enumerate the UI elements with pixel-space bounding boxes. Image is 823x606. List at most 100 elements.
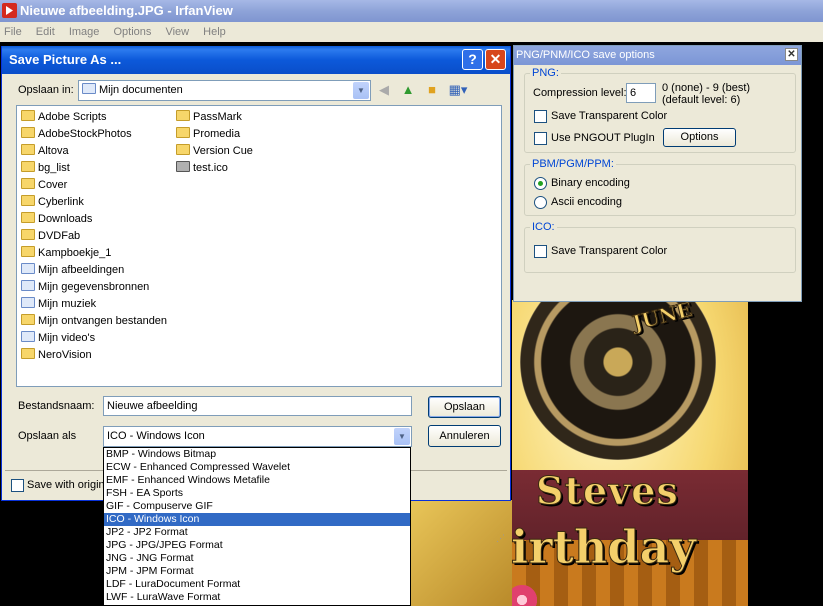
list-item[interactable]: Promedia — [172, 126, 253, 143]
save-picture-dialog: Save Picture As ... ? ✕ Opslaan in: Mijn… — [1, 46, 511, 543]
list-item[interactable]: AdobeStockPhotos — [17, 126, 167, 143]
pbm-group: PBM/PGM/PPM: Binary encoding Ascii encod… — [524, 158, 796, 216]
save-transparent-png-label: Save Transparent Color — [551, 110, 668, 122]
birthday-image: JUNE Steves Birthday — [512, 300, 748, 606]
app-menubar: File Edit Image Options View Help — [0, 22, 823, 42]
list-item[interactable]: DVDFab — [17, 228, 167, 245]
photo-left-fragment — [410, 500, 512, 606]
list-item[interactable]: Kampboekje_1 — [17, 245, 167, 262]
folder-icon — [21, 212, 35, 223]
png-group: PNG: Compression level: 6 0 (none) - 9 (… — [524, 67, 796, 153]
list-item[interactable]: NeroVision — [17, 347, 167, 364]
resize-grip-icon[interactable]: ⋰ — [496, 533, 508, 545]
folder-icon — [176, 110, 190, 121]
list-item[interactable]: Mijn muziek — [17, 296, 167, 313]
videos-folder-icon — [21, 331, 35, 342]
dialog-titlebar: Save Picture As ... ? ✕ — [2, 46, 510, 74]
filetype-option[interactable]: JNG - JNG Format — [104, 552, 410, 565]
savetype-label: Opslaan als — [18, 430, 77, 442]
music-folder-icon — [21, 297, 35, 308]
save-transparent-png-checkbox[interactable] — [534, 110, 547, 123]
folder-icon — [21, 348, 35, 359]
filename-input[interactable]: Nieuwe afbeelding — [103, 396, 412, 416]
compression-label: Compression level: — [533, 87, 627, 99]
use-pngout-label: Use PNGOUT PlugIn — [551, 132, 655, 144]
filetype-option[interactable]: LDF - LuraDocument Format — [104, 578, 410, 591]
folder-icon — [21, 178, 35, 189]
folder-icon — [176, 127, 190, 138]
filetype-option[interactable]: BMP - Windows Bitmap — [104, 448, 410, 461]
filetype-option[interactable]: GIF - Compuserve GIF — [104, 500, 410, 513]
binary-encoding-label: Binary encoding — [551, 177, 630, 189]
pbm-group-label: PBM/PGM/PPM: — [530, 158, 616, 170]
filetype-option[interactable]: JPG - JPG/JPEG Format — [104, 539, 410, 552]
folder-icon — [21, 314, 35, 325]
help-button[interactable]: ? — [462, 49, 483, 70]
list-item[interactable]: Version Cue — [172, 143, 253, 160]
dialog-title: Save Picture As ... — [9, 52, 122, 67]
ascii-encoding-radio[interactable] — [534, 196, 547, 209]
list-item[interactable]: test.ico — [172, 160, 253, 177]
list-item[interactable]: Mijn afbeeldingen — [17, 262, 167, 279]
save-with-original-checkbox[interactable] — [11, 479, 24, 492]
pngout-options-button[interactable]: Options — [663, 128, 736, 147]
filetype-option[interactable]: LWF - LuraWave Format — [104, 591, 410, 604]
look-in-combo[interactable]: Mijn documenten ▼ — [78, 80, 371, 101]
list-item[interactable]: Cyberlink — [17, 194, 167, 211]
file-list[interactable]: Adobe Scripts AdobeStockPhotos Altova bg… — [16, 105, 502, 387]
view-menu-icon[interactable]: ▦▾ — [446, 81, 470, 99]
folder-icon — [21, 195, 35, 206]
list-item[interactable]: Adobe Scripts — [17, 109, 167, 126]
menu-image[interactable]: Image — [69, 26, 100, 38]
list-item[interactable]: Mijn video's — [17, 330, 167, 347]
filetype-option[interactable]: JPM - JPM Format — [104, 565, 410, 578]
savetype-value: ICO - Windows Icon — [107, 430, 205, 442]
list-item[interactable]: PassMark — [172, 109, 253, 126]
look-in-label: Opslaan in: — [18, 84, 74, 96]
filetype-option[interactable]: ECW - Enhanced Compressed Wavelet — [104, 461, 410, 474]
list-item[interactable]: Mijn gegevensbronnen — [17, 279, 167, 296]
folder-icon — [21, 246, 35, 257]
options-panel-close-button[interactable]: ✕ — [785, 48, 798, 61]
folder-icon — [176, 144, 190, 155]
save-button[interactable]: Opslaan — [428, 396, 501, 418]
list-item[interactable]: Cover — [17, 177, 167, 194]
speaker-graphic — [520, 300, 716, 460]
filetype-option-selected[interactable]: ICO - Windows Icon — [104, 513, 410, 526]
save-transparent-ico-checkbox[interactable] — [534, 245, 547, 258]
ico-file-icon — [176, 161, 190, 172]
filetype-option[interactable]: FSH - EA Sports — [104, 487, 410, 500]
list-item[interactable]: Altova — [17, 143, 167, 160]
chevron-down-icon[interactable]: ▼ — [394, 428, 410, 445]
irfanview-icon — [2, 3, 17, 18]
menu-edit[interactable]: Edit — [36, 26, 55, 38]
filetype-option[interactable]: JP2 - JP2 Format — [104, 526, 410, 539]
list-item[interactable]: bg_list — [17, 160, 167, 177]
png-group-label: PNG: — [530, 67, 561, 79]
menu-help[interactable]: Help — [203, 26, 226, 38]
list-item[interactable]: Mijn ontvangen bestanden — [17, 313, 167, 330]
savetype-combo[interactable]: ICO - Windows Icon ▼ — [103, 426, 412, 447]
use-pngout-checkbox[interactable] — [534, 132, 547, 145]
filetype-option[interactable]: EMF - Enhanced Windows Metafile — [104, 474, 410, 487]
folder-icon — [21, 110, 35, 121]
filetype-dropdown-list[interactable]: BMP - Windows Bitmap ECW - Enhanced Comp… — [103, 447, 411, 606]
folder-icon — [21, 161, 35, 172]
chevron-down-icon[interactable]: ▼ — [353, 82, 369, 99]
binary-encoding-radio[interactable] — [534, 177, 547, 190]
menu-options[interactable]: Options — [113, 26, 151, 38]
compression-input[interactable]: 6 — [626, 83, 656, 103]
cancel-button[interactable]: Annuleren — [428, 425, 501, 447]
menu-file[interactable]: File — [4, 26, 22, 38]
menu-view[interactable]: View — [165, 26, 189, 38]
folder-icon — [21, 144, 35, 155]
up-folder-icon[interactable]: ▲ — [399, 81, 417, 99]
back-icon[interactable]: ◀ — [375, 81, 393, 99]
ico-group: ICO: Save Transparent Color — [524, 221, 796, 273]
new-folder-icon[interactable]: ■ — [423, 81, 441, 99]
list-item[interactable]: Downloads — [17, 211, 167, 228]
folder-icon — [21, 127, 35, 138]
look-in-value: Mijn documenten — [99, 84, 183, 96]
pictures-folder-icon — [21, 263, 35, 274]
dialog-close-button[interactable]: ✕ — [485, 49, 506, 70]
